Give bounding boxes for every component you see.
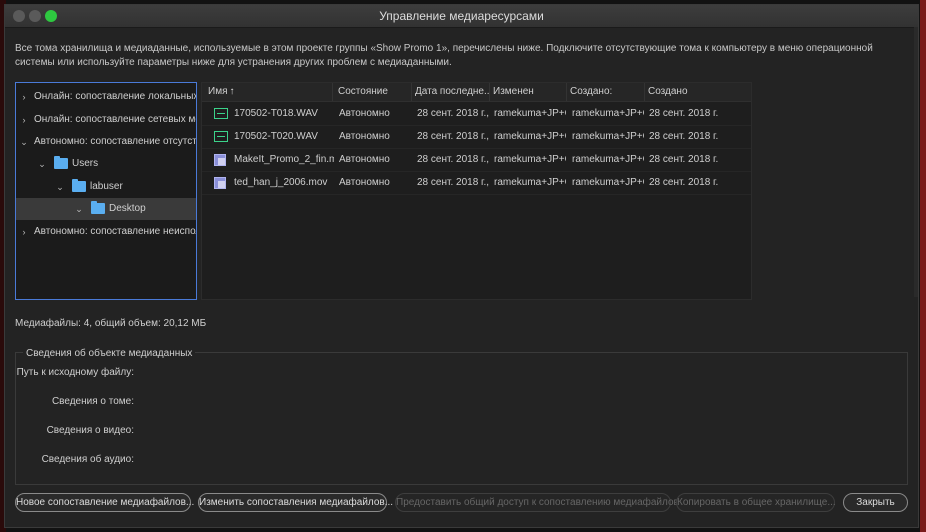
cell-created-by: ramekuma+JP+C <box>572 177 644 188</box>
tree-item-desktop[interactable]: ⌄ Desktop <box>16 198 196 220</box>
video-file-icon <box>214 154 226 166</box>
chevron-right-icon[interactable]: › <box>19 109 29 131</box>
background-right <box>920 0 926 532</box>
table-row[interactable]: 170502-T020.WAV Автономно 28 сент. 2018 … <box>202 126 751 149</box>
column-header-created[interactable]: Создано <box>645 83 751 101</box>
volume-tree: › Онлайн: сопоставление локальных м › Он… <box>15 82 197 300</box>
folder-icon <box>91 201 105 214</box>
media-management-dialog: Управление медиаресурсами Все тома храни… <box>4 4 919 528</box>
cell-date: 28 сент. 2018 г., 1 <box>417 108 489 119</box>
chevron-down-icon[interactable]: ⌄ <box>19 131 29 153</box>
chevron-down-icon[interactable]: ⌄ <box>37 153 47 175</box>
column-header-date[interactable]: Дата последне... <box>412 83 490 101</box>
column-header-name[interactable]: Имя ↑ <box>205 83 333 101</box>
chevron-right-icon[interactable]: › <box>19 221 29 243</box>
tree-item-label: Автономно: сопоставление неисполь <box>34 226 197 237</box>
title-bar: Управление медиаресурсами <box>5 5 918 28</box>
table-header: Имя ↑ Состояние Дата последне... Изменен … <box>202 83 751 102</box>
column-header-modified[interactable]: Изменен <box>490 83 567 101</box>
window-title: Управление медиаресурсами <box>379 9 544 23</box>
cell-created-by: ramekuma+JP+C <box>572 154 644 165</box>
share-mapping-button[interactable]: Предоставить общий доступ к сопоставлени… <box>395 493 679 512</box>
column-header-created-by[interactable]: Создано: <box>567 83 645 101</box>
cell-name: ted_han_j_2006.mov <box>234 177 328 188</box>
tree-item-online-local[interactable]: › Онлайн: сопоставление локальных м <box>16 86 197 108</box>
cell-created: 28 сент. 2018 г. <box>649 108 719 119</box>
new-mapping-button[interactable]: Новое сопоставление медиафайлов... <box>15 493 194 512</box>
tree-item-offline-missing[interactable]: ⌄ Автономно: сопоставление отсутству <box>16 131 196 153</box>
folder-icon <box>54 156 68 169</box>
media-summary: Медиафайлы: 4, общий объем: 20,12 МБ <box>15 318 207 329</box>
media-info-group <box>15 352 908 485</box>
media-table: Имя ↑ Состояние Дата последне... Изменен … <box>201 82 752 300</box>
cell-created-by: ramekuma+JP+C <box>572 108 644 119</box>
cell-date: 28 сент. 2018 г., 1 <box>417 131 489 142</box>
cell-name: MakeIt_Promo_2_fin.m <box>234 154 334 165</box>
cell-modified: ramekuma+JP+C <box>494 177 566 188</box>
cell-modified: ramekuma+JP+C <box>494 154 566 165</box>
cell-created-by: ramekuma+JP+C <box>572 131 644 142</box>
cell-date: 28 сент. 2018 г., 1 <box>417 154 489 165</box>
table-row[interactable]: ted_han_j_2006.mov Автономно 28 сент. 20… <box>202 172 751 195</box>
table-row[interactable]: 170502-T018.WAV Автономно 28 сент. 2018 … <box>202 103 751 126</box>
chevron-right-icon[interactable]: › <box>19 86 29 108</box>
cell-state: Автономно <box>339 154 390 165</box>
tree-item-label: Users <box>72 158 99 169</box>
edit-mapping-button[interactable]: Изменить сопоставления медиафайлов... <box>198 493 393 512</box>
tree-item-label: labuser <box>90 181 123 192</box>
source-path-label: Путь к исходному файлу: <box>16 367 134 378</box>
cell-created: 28 сент. 2018 г. <box>649 177 719 188</box>
tree-item-label: Онлайн: сопоставление локальных м <box>34 91 197 102</box>
cell-state: Автономно <box>339 131 390 142</box>
tree-item-labuser[interactable]: ⌄ labuser <box>16 176 196 198</box>
cell-state: Автономно <box>339 108 390 119</box>
chevron-down-icon[interactable]: ⌄ <box>74 198 84 220</box>
cell-modified: ramekuma+JP+C <box>494 108 566 119</box>
media-info-title: Сведения об объекте медиаданных <box>23 348 196 359</box>
dialog-description: Все тома хранилища и медиаданные, исполь… <box>15 43 873 68</box>
tree-item-label: Автономно: сопоставление отсутству <box>34 136 197 147</box>
tree-item-online-network[interactable]: › Онлайн: сопоставление сетевых меди <box>16 109 197 131</box>
tree-item-label: Онлайн: сопоставление сетевых меди <box>34 114 197 125</box>
cell-name: 170502-T020.WAV <box>234 131 318 142</box>
audio-file-icon <box>214 108 228 119</box>
sort-ascending-icon: ↑ <box>229 86 235 97</box>
scrollbar[interactable] <box>914 27 918 297</box>
folder-icon <box>72 179 86 192</box>
tree-item-label: Desktop <box>109 203 146 214</box>
copy-shared-storage-button[interactable]: Копировать в общее хранилище... <box>676 493 836 512</box>
close-button[interactable]: Закрыть <box>843 493 908 512</box>
column-label: Имя <box>208 86 228 97</box>
cell-date: 28 сент. 2018 г., 1 <box>417 177 489 188</box>
column-header-state[interactable]: Состояние <box>335 83 412 101</box>
cell-name: 170502-T018.WAV <box>234 108 318 119</box>
video-file-icon <box>214 177 226 189</box>
cell-state: Автономно <box>339 177 390 188</box>
chevron-down-icon[interactable]: ⌄ <box>55 176 65 198</box>
video-info-label: Сведения о видео: <box>46 425 134 436</box>
table-row[interactable]: MakeIt_Promo_2_fin.m Автономно 28 сент. … <box>202 149 751 172</box>
volume-info-label: Сведения о томе: <box>51 396 134 407</box>
tree-item-users[interactable]: ⌄ Users <box>16 153 196 175</box>
cell-created: 28 сент. 2018 г. <box>649 131 719 142</box>
cell-created: 28 сент. 2018 г. <box>649 154 719 165</box>
cell-modified: ramekuma+JP+C <box>494 131 566 142</box>
tree-item-offline-unused[interactable]: › Автономно: сопоставление неисполь <box>16 221 197 243</box>
audio-file-icon <box>214 131 228 142</box>
audio-info-label: Сведения об аудио: <box>41 454 134 465</box>
